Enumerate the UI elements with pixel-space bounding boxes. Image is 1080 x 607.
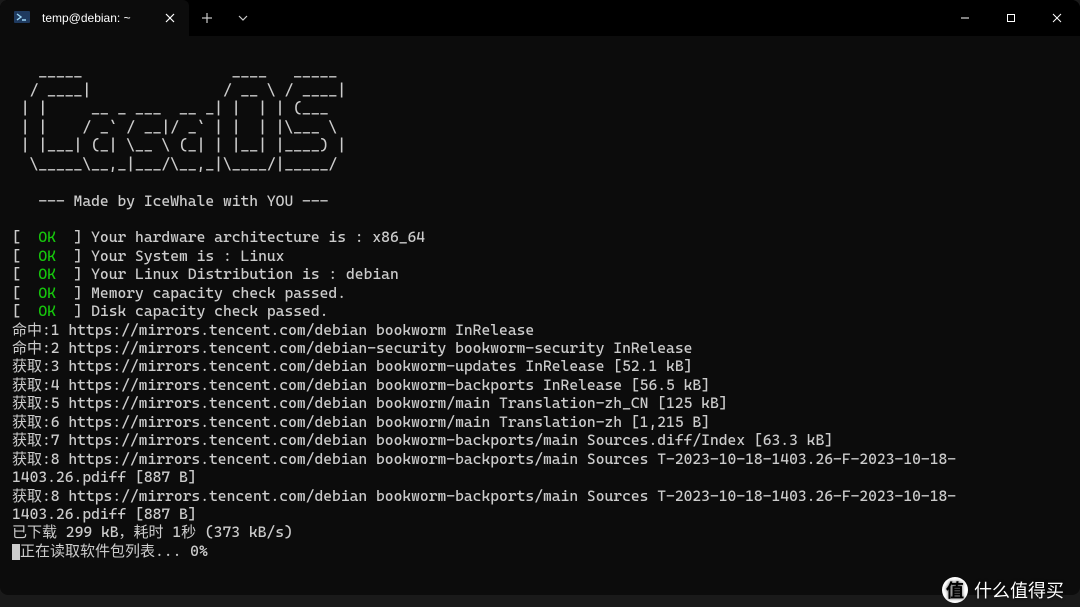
apt-line: 获取:5 https://mirrors.tencent.com/debian … — [12, 394, 728, 412]
apt-line: 命中:1 https://mirrors.tencent.com/debian … — [12, 321, 534, 339]
window-close-button[interactable] — [1034, 0, 1080, 36]
apt-line: 获取:7 https://mirrors.tencent.com/debian … — [12, 431, 833, 449]
apt-line: 命中:2 https://mirrors.tencent.com/debian-… — [12, 339, 692, 357]
window-titlebar: temp@debian: ~ — [0, 0, 1080, 36]
tab-dropdown-button[interactable] — [225, 0, 261, 36]
ascii-art: _____ ____ _____ / ____| / __ \ / ____| … — [12, 62, 346, 209]
apt-line: 获取:3 https://mirrors.tencent.com/debian … — [12, 357, 692, 375]
apt-line: 获取:8 https://mirrors.tencent.com/debian … — [12, 450, 956, 486]
apt-line: 正在读取软件包列表... 0% — [20, 542, 208, 560]
minimize-button[interactable] — [942, 0, 988, 36]
apt-line: 已下载 299 kB，耗时 1秒 (373 kB/s) — [12, 523, 293, 541]
new-tab-button[interactable] — [189, 0, 225, 36]
terminal-tab[interactable]: temp@debian: ~ — [0, 0, 189, 36]
cursor — [12, 544, 20, 560]
check-line: [ OK ] Your System is : Linux — [12, 247, 284, 265]
terminal-window: temp@debian: ~ _____ ____ _____ / ____| — [0, 0, 1080, 595]
apt-line: 获取:8 https://mirrors.tencent.com/debian … — [12, 487, 956, 523]
tab-title: temp@debian: ~ — [42, 11, 131, 25]
check-line: [ OK ] Disk capacity check passed. — [12, 302, 328, 320]
check-line: [ OK ] Your hardware architecture is : x… — [12, 228, 425, 246]
check-line: [ OK ] Your Linux Distribution is : debi… — [12, 265, 399, 283]
tab-close-button[interactable] — [161, 9, 179, 27]
apt-line: 获取:6 https://mirrors.tencent.com/debian … — [12, 413, 710, 431]
terminal-content[interactable]: _____ ____ _____ / ____| / __ \ / ____| … — [0, 36, 1080, 595]
check-line: [ OK ] Memory capacity check passed. — [12, 284, 346, 302]
maximize-button[interactable] — [988, 0, 1034, 36]
powershell-icon — [14, 9, 30, 28]
watermark-badge: 值 — [942, 577, 968, 603]
apt-line: 获取:4 https://mirrors.tencent.com/debian … — [12, 376, 710, 394]
watermark: 值 什么值得买 — [942, 577, 1064, 603]
watermark-text: 什么值得买 — [974, 577, 1064, 603]
